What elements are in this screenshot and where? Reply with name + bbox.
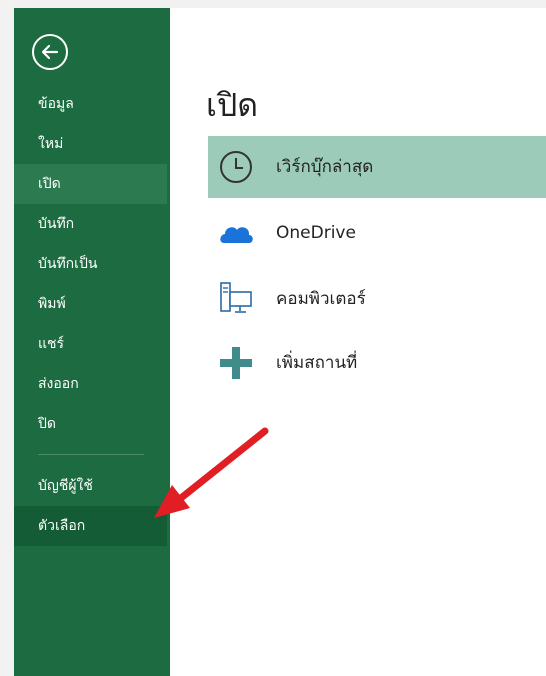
location-label: เวิร์กบุ๊กล่าสุด [276,157,374,177]
clock-icon [220,151,252,183]
sidebar-item-info[interactable]: ข้อมูล [14,84,167,124]
location-computer[interactable]: คอมพิวเตอร์ [208,268,546,330]
sidebar-item-account[interactable]: บัญชีผู้ใช้ [14,466,167,506]
computer-icon [220,282,252,313]
sidebar-item-export[interactable]: ส่งออก [14,364,167,404]
sidebar-divider [38,454,144,455]
location-label: OneDrive [276,223,356,243]
location-label: คอมพิวเตอร์ [276,289,366,309]
sidebar-item-options[interactable]: ตัวเลือก [14,506,167,546]
cloud-icon [220,227,253,243]
photo-frame-top [0,0,546,8]
sidebar-item-share[interactable]: แชร์ [14,324,167,364]
location-onedrive[interactable]: OneDrive [208,202,546,264]
sidebar-item-save-as[interactable]: บันทึกเป็น [14,244,167,284]
photo-frame-left [0,0,14,676]
page-title: เปิด [206,86,259,124]
location-label: เพิ่มสถานที่ [276,353,358,373]
sidebar-item-open[interactable]: เปิด [14,164,167,204]
sidebar-item-save[interactable]: บันทึก [14,204,167,244]
sidebar-item-new[interactable]: ใหม่ [14,124,167,164]
sidebar-item-close[interactable]: ปิด [14,404,167,444]
open-panel: เปิด เวิร์กบุ๊กล่าสุด OneDrive คอมพิวเตอ… [170,8,546,676]
location-add-place[interactable]: เพิ่มสถานที่ [208,332,546,394]
sidebar-item-print[interactable]: พิมพ์ [14,284,167,324]
back-button[interactable] [32,34,68,70]
backstage-sidebar: ข้อมูล ใหม่ เปิด บันทึก บันทึกเป็น พิมพ์… [14,8,170,676]
location-recent-workbooks[interactable]: เวิร์กบุ๊กล่าสุด [208,136,546,198]
back-arrow-icon [41,44,59,60]
plus-icon [220,347,252,379]
